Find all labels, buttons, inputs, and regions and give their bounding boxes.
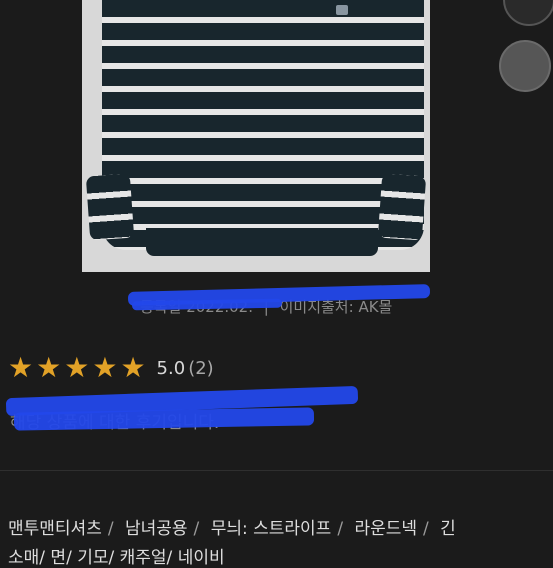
tag[interactable]: 라운드넥 bbox=[354, 519, 417, 539]
circle-button-top[interactable] bbox=[503, 0, 553, 26]
star-icon: ★ bbox=[64, 351, 90, 384]
tag[interactable]: 면 bbox=[50, 548, 66, 568]
star-icon: ★ bbox=[92, 351, 118, 384]
star-icon: ★ bbox=[8, 351, 34, 384]
tag[interactable]: 무늬: 스트라이프 bbox=[211, 519, 332, 539]
sweater-hem bbox=[146, 228, 378, 256]
tag[interactable]: 소매 bbox=[8, 548, 39, 568]
section-divider bbox=[0, 470, 553, 471]
star-icon: ★ bbox=[120, 351, 146, 384]
product-tags-row-1: 맨투맨티셔츠 / 남녀공용 / 무늬: 스트라이프 / 라운드넥 / 긴 bbox=[8, 519, 456, 539]
tag[interactable]: 긴 bbox=[440, 519, 456, 539]
tag[interactable]: 네이비 bbox=[178, 548, 225, 568]
source-value: AK몰 bbox=[358, 298, 393, 316]
product-tags-row-2: 소매/ 면/ 기모/ 캐주얼/ 네이비 bbox=[8, 548, 225, 568]
tag[interactable]: 캐주얼 bbox=[120, 548, 167, 568]
sleeve-cuff-left bbox=[85, 173, 135, 241]
rating-score: 5.0 bbox=[156, 357, 186, 379]
tag[interactable]: 남녀공용 bbox=[125, 519, 188, 539]
product-image[interactable] bbox=[82, 0, 430, 272]
tag[interactable]: 기모 bbox=[77, 548, 108, 568]
redaction-mark bbox=[13, 407, 315, 431]
logo-patch bbox=[336, 5, 348, 15]
rating-count: (2) bbox=[188, 357, 214, 379]
star-icon: ★ bbox=[36, 351, 62, 384]
sleeve-cuff-right bbox=[377, 173, 427, 241]
tag[interactable]: 맨투맨티셔츠 bbox=[8, 519, 102, 539]
sweater-body bbox=[102, 0, 424, 250]
rating[interactable]: ★ ★ ★ ★ ★ 5.0 (2) bbox=[8, 354, 214, 382]
circle-button-middle[interactable] bbox=[499, 40, 551, 92]
